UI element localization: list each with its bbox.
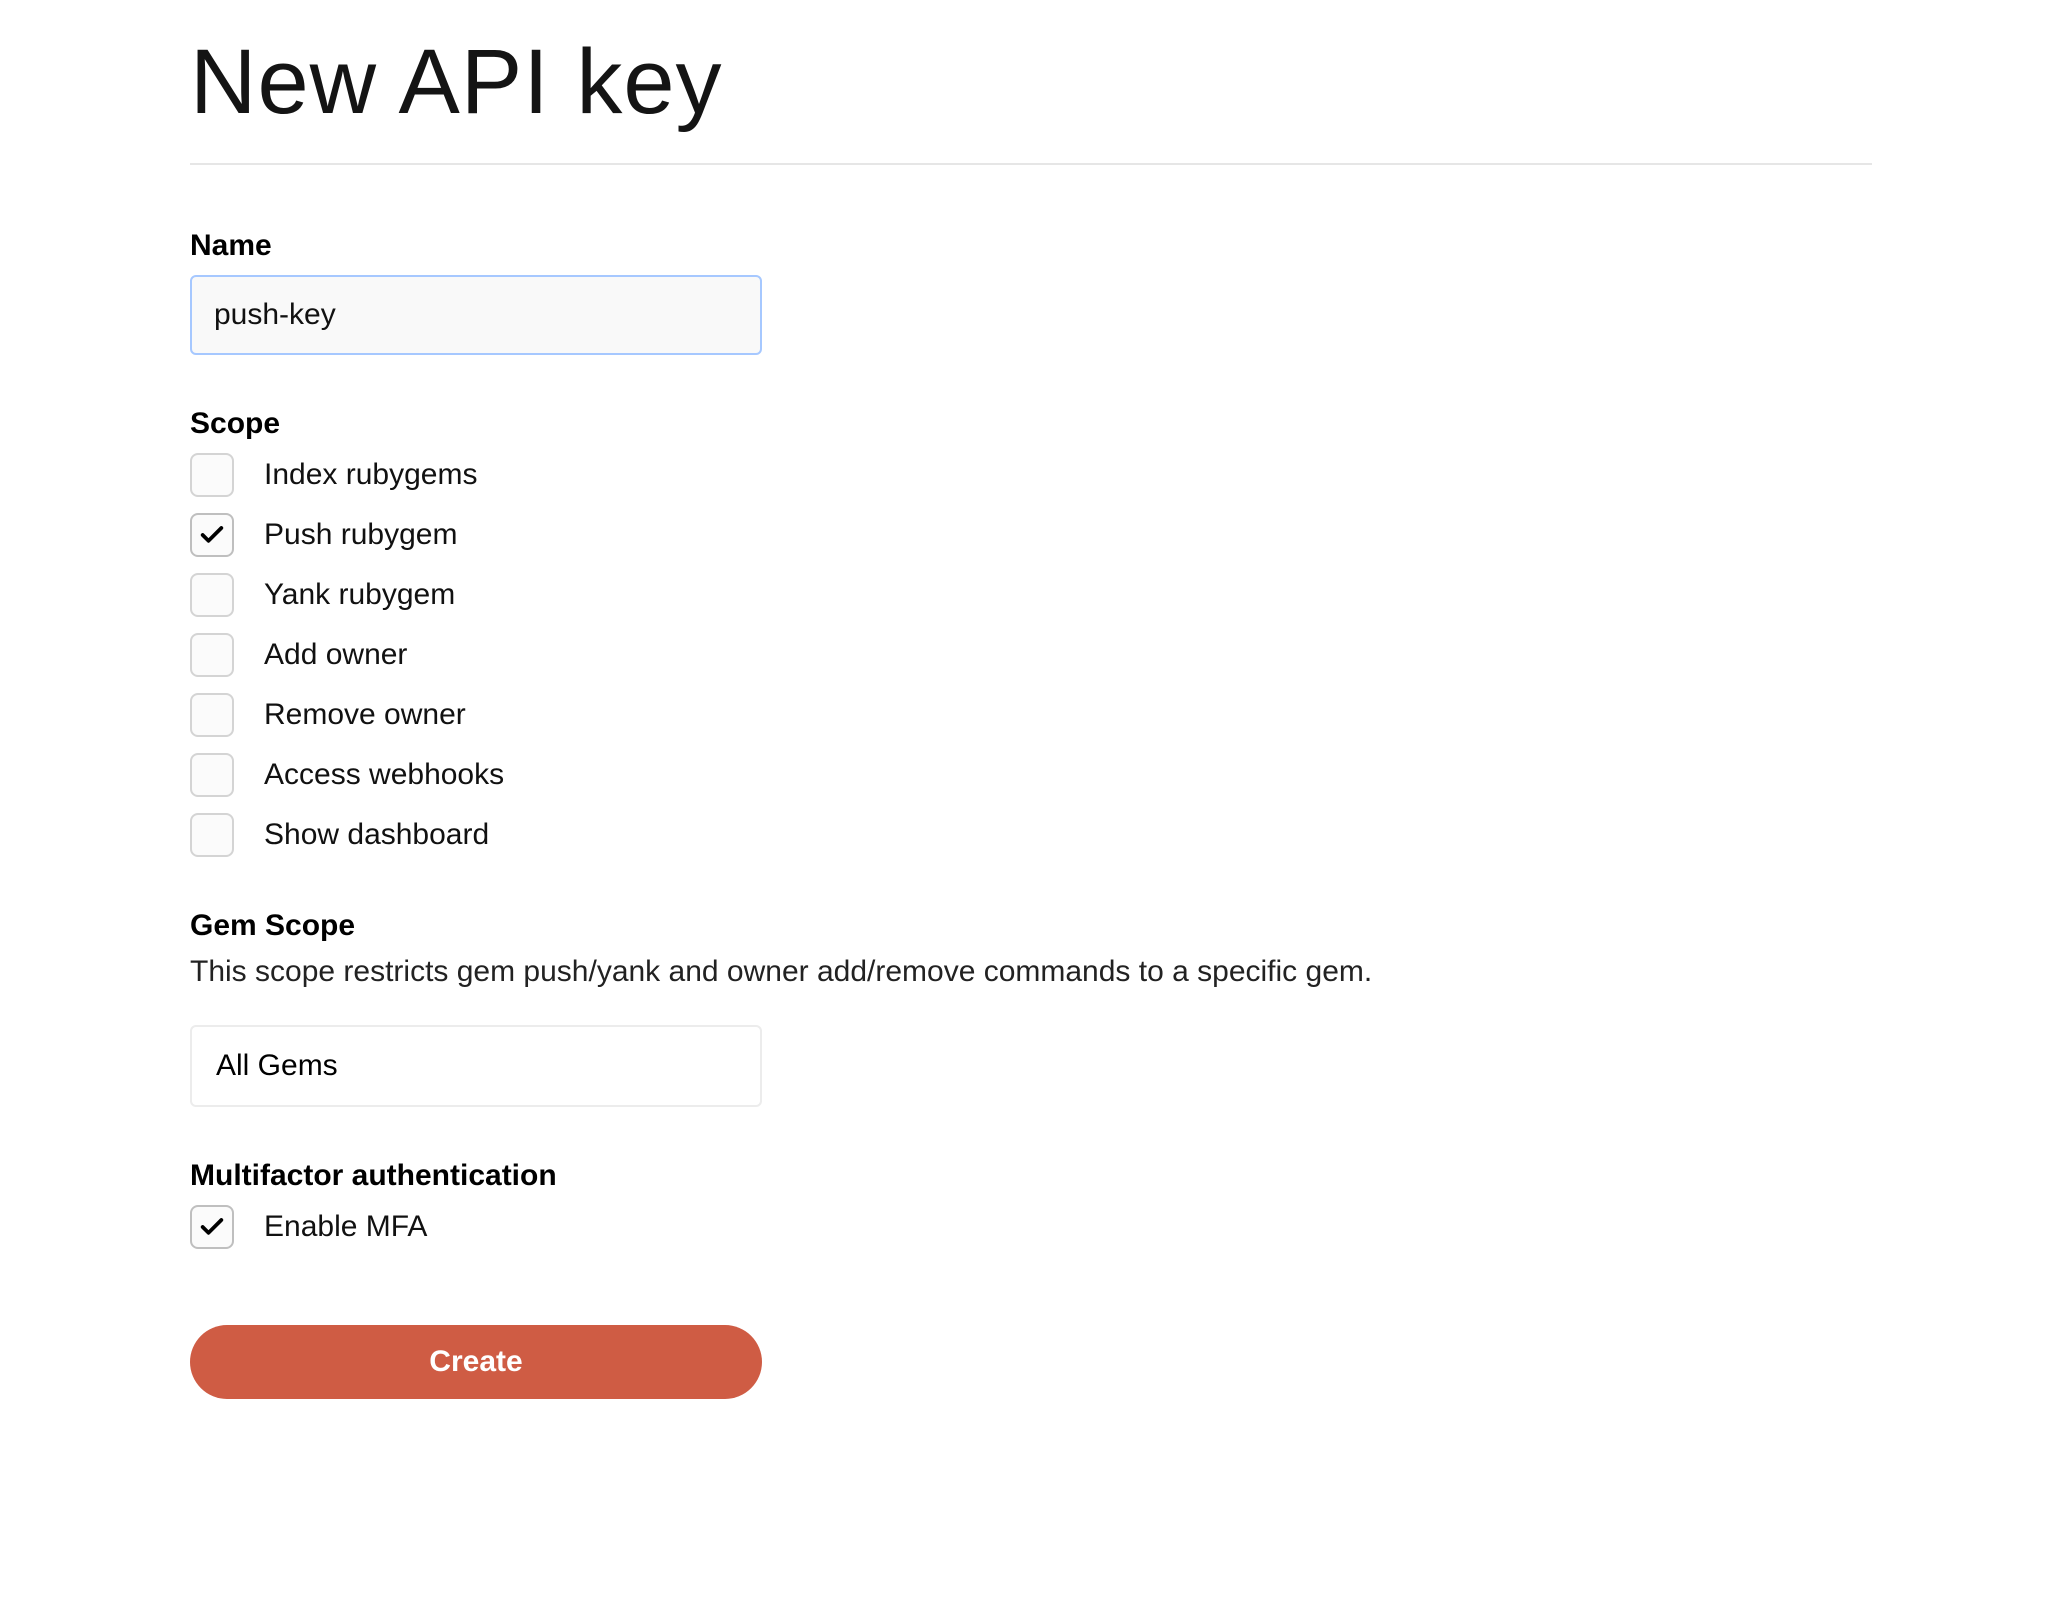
gem-scope-selected: All Gems bbox=[216, 1049, 338, 1083]
scope-option-label: Push rubygem bbox=[264, 518, 457, 552]
mfa-section: Multifactor authentication Enable MFA bbox=[190, 1159, 1872, 1249]
mfa-row: Enable MFA bbox=[190, 1205, 1872, 1249]
mfa-option-label: Enable MFA bbox=[264, 1210, 427, 1244]
scope-option-label: Yank rubygem bbox=[264, 578, 455, 612]
divider bbox=[190, 163, 1872, 165]
check-icon bbox=[198, 521, 226, 549]
gem-scope-section: Gem Scope This scope restricts gem push/… bbox=[190, 909, 1872, 1107]
scope-row: Add owner bbox=[190, 633, 1872, 677]
scope-row: Index rubygems bbox=[190, 453, 1872, 497]
scope-row: Remove owner bbox=[190, 693, 1872, 737]
scope-checkbox[interactable] bbox=[190, 693, 234, 737]
check-icon bbox=[198, 1213, 226, 1241]
scope-label: Scope bbox=[190, 407, 1872, 441]
name-section: Name bbox=[190, 229, 1872, 355]
mfa-checkbox[interactable] bbox=[190, 1205, 234, 1249]
scope-row: Push rubygem bbox=[190, 513, 1872, 557]
scope-row: Yank rubygem bbox=[190, 573, 1872, 617]
gem-scope-label: Gem Scope bbox=[190, 909, 1872, 943]
mfa-label: Multifactor authentication bbox=[190, 1159, 1872, 1193]
scope-row: Show dashboard bbox=[190, 813, 1872, 857]
scope-option-label: Add owner bbox=[264, 638, 407, 672]
page-title: New API key bbox=[190, 30, 1872, 135]
create-button[interactable]: Create bbox=[190, 1325, 762, 1399]
name-input[interactable] bbox=[190, 275, 762, 355]
scope-checkbox[interactable] bbox=[190, 813, 234, 857]
scope-checkbox[interactable] bbox=[190, 753, 234, 797]
scope-checkbox[interactable] bbox=[190, 513, 234, 557]
scope-option-label: Remove owner bbox=[264, 698, 466, 732]
scope-option-label: Access webhooks bbox=[264, 758, 504, 792]
scope-checkbox[interactable] bbox=[190, 453, 234, 497]
scope-row: Access webhooks bbox=[190, 753, 1872, 797]
name-label: Name bbox=[190, 229, 1872, 263]
gem-scope-select[interactable]: All Gems bbox=[190, 1025, 762, 1107]
scope-checkbox[interactable] bbox=[190, 633, 234, 677]
scope-option-label: Show dashboard bbox=[264, 818, 489, 852]
scope-checkbox[interactable] bbox=[190, 573, 234, 617]
gem-scope-help: This scope restricts gem push/yank and o… bbox=[190, 955, 1872, 989]
scope-section: Scope Index rubygems Push rubygem Yank rub… bbox=[190, 407, 1872, 857]
scope-option-label: Index rubygems bbox=[264, 458, 477, 492]
